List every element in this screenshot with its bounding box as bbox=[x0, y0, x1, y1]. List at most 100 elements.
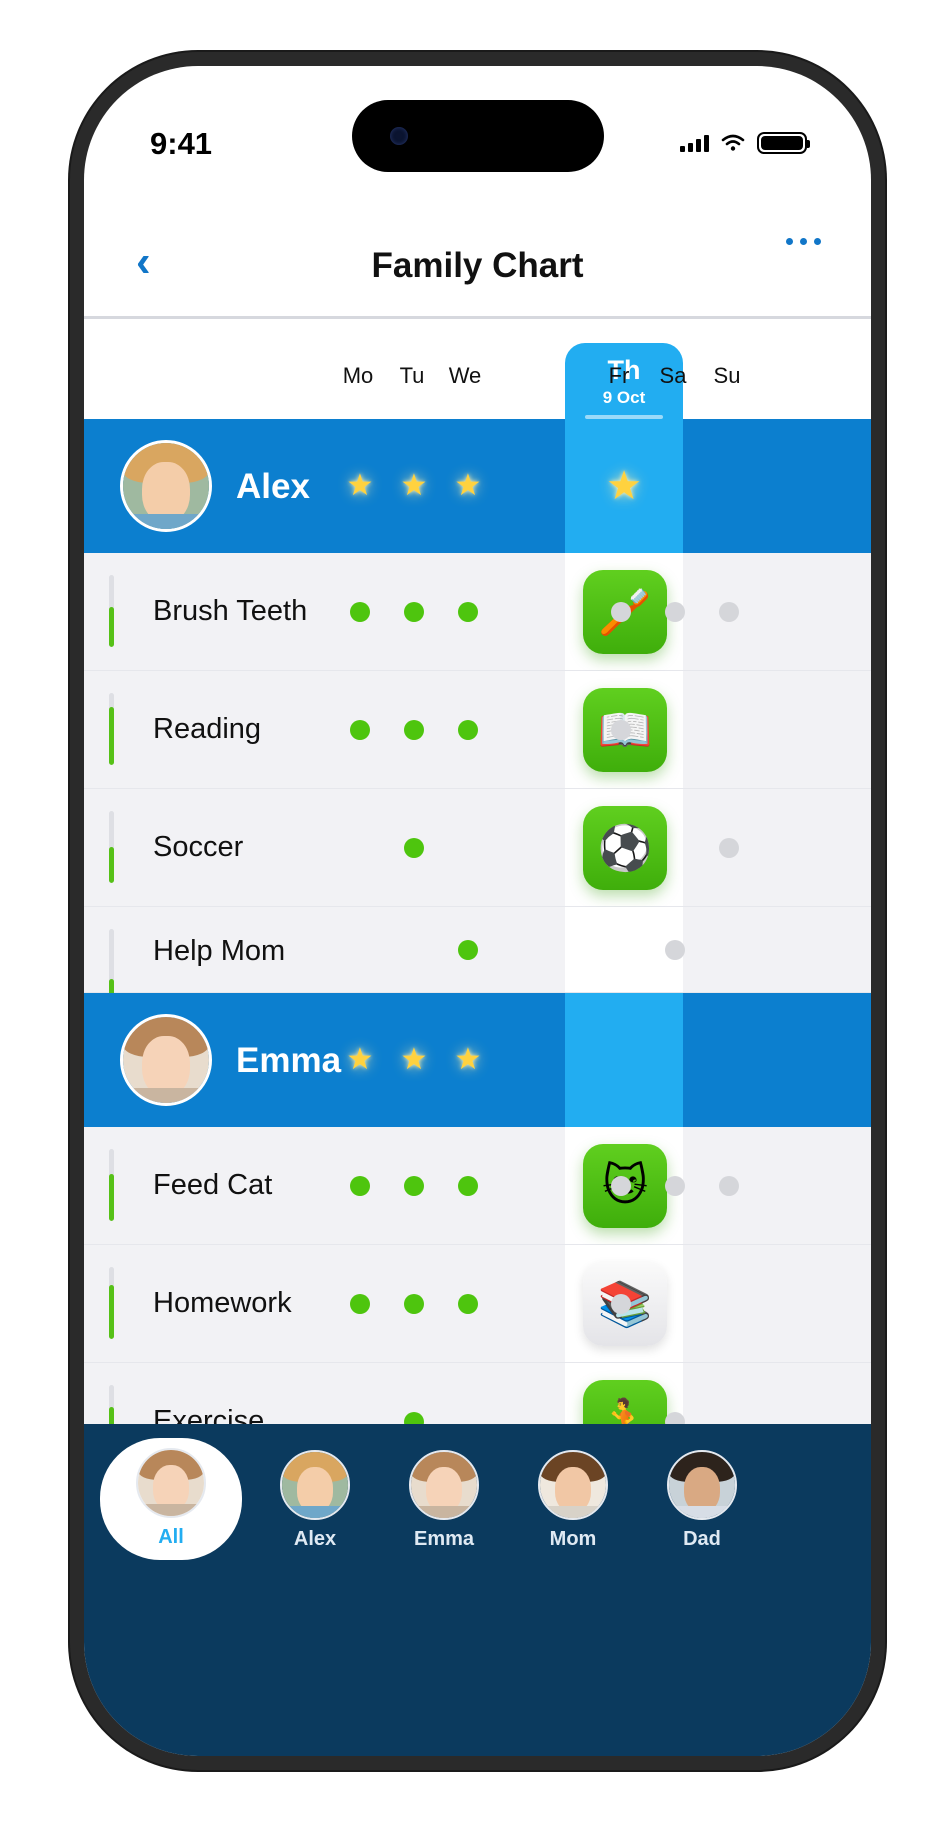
ellipsis-icon[interactable] bbox=[786, 238, 821, 245]
pending-dot[interactable] bbox=[665, 1175, 685, 1196]
pending-dot[interactable] bbox=[611, 1293, 631, 1314]
done-dot[interactable] bbox=[404, 719, 424, 740]
tab-alex[interactable]: Alex bbox=[250, 1444, 380, 1554]
task-progress-fill bbox=[109, 847, 114, 883]
tab-emma[interactable]: Emma bbox=[379, 1444, 509, 1554]
avatar-face bbox=[123, 443, 209, 529]
avatar-shirt bbox=[123, 513, 209, 529]
task-progress-fill bbox=[109, 1285, 114, 1339]
task-row-reading[interactable]: Reading📖 bbox=[84, 671, 871, 789]
day-label-we: We bbox=[448, 363, 482, 388]
done-dot[interactable] bbox=[458, 601, 478, 622]
tab-avatar bbox=[538, 1450, 608, 1520]
person-row-emma[interactable]: Emma ★ ★ ★ bbox=[84, 993, 871, 1127]
pending-dot[interactable] bbox=[611, 1175, 631, 1196]
task-progress-bar bbox=[109, 929, 114, 1001]
person-name: Alex bbox=[236, 467, 310, 506]
avatar-shirt bbox=[540, 1506, 606, 1518]
tab-mom[interactable]: Mom bbox=[508, 1444, 638, 1554]
person-row-alex[interactable]: Alex ★ ★ ★ ★ bbox=[84, 419, 871, 553]
done-dot[interactable] bbox=[458, 1293, 478, 1314]
task-progress-bar bbox=[109, 575, 114, 647]
screen: 9:41 ‹ Family Chart Th 9 Oct Mo Tu We Fr… bbox=[84, 66, 871, 1756]
done-dot[interactable] bbox=[404, 1293, 424, 1314]
done-dot[interactable] bbox=[404, 1175, 424, 1196]
done-dot[interactable] bbox=[458, 939, 478, 960]
task-row-brush-teeth[interactable]: Brush Teeth🪥 bbox=[84, 553, 871, 671]
pending-dot[interactable] bbox=[611, 601, 631, 622]
tab-label: Alex bbox=[293, 1528, 337, 1550]
task-progress-fill bbox=[109, 1174, 114, 1221]
star-icon: ★ bbox=[606, 464, 642, 508]
page-title: Family Chart bbox=[371, 246, 584, 285]
task-name: Brush Teeth bbox=[153, 595, 308, 627]
star-icon: ★ bbox=[346, 469, 374, 502]
day-header: Th 9 Oct Mo Tu We Fr Sa Su bbox=[84, 319, 871, 419]
battery-icon bbox=[757, 132, 810, 154]
star-icon: ★ bbox=[454, 469, 482, 502]
done-dot[interactable] bbox=[350, 719, 370, 740]
star-icon: ★ bbox=[346, 1043, 374, 1076]
task-progress-bar bbox=[109, 693, 114, 765]
tab-avatar bbox=[409, 1450, 479, 1520]
tab-all[interactable]: All bbox=[100, 1438, 242, 1560]
done-dot[interactable] bbox=[350, 1175, 370, 1196]
task-progress-fill bbox=[109, 607, 114, 647]
avatar[interactable] bbox=[120, 1014, 212, 1106]
camera-icon bbox=[390, 127, 408, 145]
pending-dot[interactable] bbox=[719, 837, 739, 858]
avatar-shirt bbox=[669, 1506, 735, 1518]
cellular-signal-icon bbox=[680, 134, 709, 152]
done-dot[interactable] bbox=[404, 601, 424, 622]
task-row-homework[interactable]: Homework📚 bbox=[84, 1245, 871, 1363]
person-name: Emma bbox=[236, 1041, 342, 1080]
pending-dot[interactable] bbox=[665, 939, 685, 960]
dynamic-island bbox=[352, 100, 604, 172]
task-name: Feed Cat bbox=[153, 1169, 273, 1201]
pending-dot[interactable] bbox=[719, 601, 739, 622]
avatar-shirt bbox=[282, 1506, 348, 1518]
done-dot[interactable] bbox=[404, 837, 424, 858]
status-icons bbox=[680, 132, 810, 154]
chore-grid: Th 9 Oct Mo Tu We Fr Sa Su Alex ★ ★ ★ ★ Brush Teet… bbox=[84, 319, 871, 1615]
pending-dot[interactable] bbox=[611, 719, 631, 740]
done-dot[interactable] bbox=[350, 601, 370, 622]
task-row-feed-cat[interactable]: Feed Cat🐱 bbox=[84, 1127, 871, 1245]
navigation-bar: ‹ Family Chart bbox=[84, 216, 871, 319]
phone-frame: 9:41 ‹ Family Chart Th 9 Oct Mo Tu We Fr… bbox=[70, 52, 885, 1770]
avatar-face bbox=[540, 1452, 606, 1518]
task-progress-bar bbox=[109, 1149, 114, 1221]
tab-label: All bbox=[158, 1526, 184, 1548]
tab-label: Dad bbox=[683, 1528, 721, 1550]
task-name: Soccer bbox=[153, 831, 244, 863]
avatar-face bbox=[123, 1017, 209, 1103]
avatar-shirt bbox=[123, 1087, 209, 1103]
today-date: 9 Oct bbox=[602, 388, 646, 407]
star-icon: ★ bbox=[454, 1043, 482, 1076]
task-progress-bar bbox=[109, 811, 114, 883]
tab-dad[interactable]: Dad bbox=[637, 1444, 767, 1554]
done-dot[interactable] bbox=[458, 719, 478, 740]
today-column-highlight bbox=[565, 993, 683, 1127]
avatar-face bbox=[138, 1450, 204, 1516]
task-row-soccer[interactable]: Soccer ⚽ bbox=[84, 789, 871, 907]
star-icon: ★ bbox=[400, 469, 428, 502]
avatar-face bbox=[411, 1452, 477, 1518]
day-label-su: Su bbox=[713, 363, 741, 388]
avatar-shirt bbox=[138, 1504, 204, 1516]
soccer-ball-icon[interactable]: ⚽ bbox=[583, 805, 667, 890]
avatar-face bbox=[282, 1452, 348, 1518]
pending-dot[interactable] bbox=[665, 601, 685, 622]
done-dot[interactable] bbox=[458, 1175, 478, 1196]
done-dot[interactable] bbox=[350, 1293, 370, 1314]
avatar[interactable] bbox=[120, 440, 212, 532]
tab-avatar bbox=[667, 1450, 737, 1520]
status-time: 9:41 bbox=[150, 126, 213, 161]
task-name: Homework bbox=[153, 1287, 292, 1319]
tab-avatar bbox=[136, 1448, 206, 1518]
pending-dot[interactable] bbox=[719, 1175, 739, 1196]
avatar-shirt bbox=[411, 1506, 477, 1518]
task-row-help-mom[interactable]: Help Mom bbox=[84, 907, 871, 1001]
avatar-face bbox=[669, 1452, 735, 1518]
wifi-icon bbox=[721, 134, 745, 151]
